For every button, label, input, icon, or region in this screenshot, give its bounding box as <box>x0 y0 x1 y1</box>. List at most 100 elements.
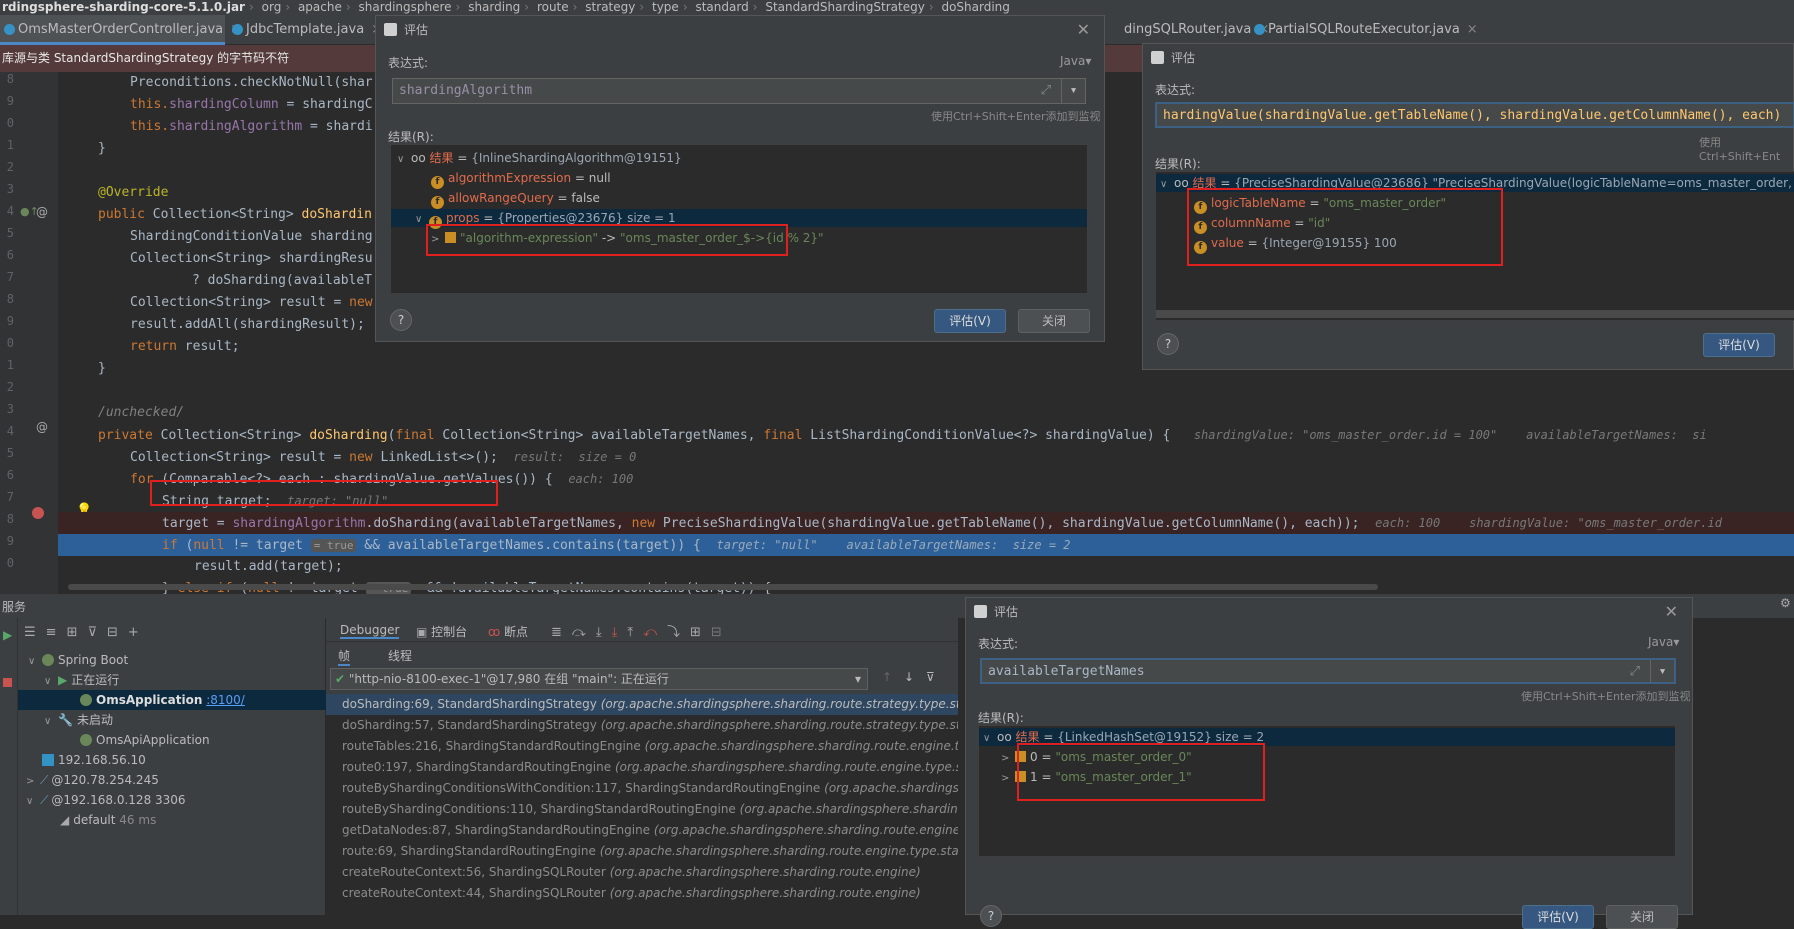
tab-jdbc-template[interactable]: JdbcTemplate.java× <box>228 15 382 45</box>
arrow-down-icon[interactable]: ↓ <box>904 670 914 684</box>
tab-sharding-sql-router[interactable]: dingSQLRouter.java× <box>1118 15 1269 45</box>
breakpoint-icon[interactable] <box>32 507 44 519</box>
tree-not-started[interactable]: ∨ 🔧 未启动 <box>44 710 113 730</box>
tree-node[interactable]: f algorithmExpression = null <box>391 169 1087 189</box>
filter-icon[interactable]: ⊽ <box>87 625 107 640</box>
chevron-down-icon[interactable]: ∨ <box>1160 176 1174 194</box>
tree-default-session[interactable]: ◢ default 46 ms <box>60 810 156 830</box>
frame-item[interactable]: routeByShardingConditionsWithCondition:1… <box>326 778 958 799</box>
force-step-into-icon[interactable]: ⤓ <box>612 625 618 640</box>
step-out-icon[interactable]: ⤒ <box>627 625 633 640</box>
expression-input[interactable]: shardingAlgorithm ⤢ ▾ <box>392 78 1086 104</box>
layout-icon[interactable]: ⊟ <box>107 625 128 640</box>
tab-debugger[interactable]: Debugger <box>340 623 400 639</box>
help-icon[interactable]: ? <box>390 309 412 331</box>
expand-icon[interactable]: ⤢ <box>1041 79 1051 103</box>
stop-icon[interactable] <box>3 678 12 687</box>
evaluate-button[interactable]: 评估(V) <box>934 309 1006 333</box>
tree-docker-host[interactable]: 192.168.56.10 <box>42 750 146 770</box>
frame-item[interactable]: routeByShardingConditions:110, ShardingS… <box>326 799 958 820</box>
dialog-title-bar[interactable]: 评估 ✕ <box>966 598 1692 626</box>
frame-item[interactable]: createRouteContext:56, ShardingSQLRouter… <box>326 862 958 883</box>
close-button[interactable]: 关闭 <box>1018 309 1090 333</box>
chevron-right-icon[interactable]: > <box>1001 750 1015 768</box>
dialog-title-bar[interactable]: 评估 <box>1143 44 1793 72</box>
evaluate-button[interactable]: 评估(V) <box>1522 905 1594 929</box>
expression-input[interactable]: hardingValue(shardingValue.getTableName(… <box>1155 102 1794 128</box>
result-tree[interactable]: ∨ oo 结果 = {InlineShardingAlgorithm@19151}… <box>390 144 1088 294</box>
add-icon[interactable]: + <box>128 625 149 640</box>
breadcrumb-item[interactable]: rdingsphere-sharding-core-5.1.0.jar <box>2 0 245 15</box>
arrow-up-icon[interactable]: ↑ <box>882 670 892 684</box>
run-to-cursor-icon[interactable]: ⤵ <box>667 621 680 640</box>
run-icon[interactable]: ▶ <box>3 628 12 642</box>
frame-item[interactable]: createRouteContext:44, ShardingSQLRouter… <box>326 883 958 904</box>
settings-icon[interactable]: ⊟ <box>711 625 722 640</box>
tree-spring-boot[interactable]: ∨ Spring Boot <box>28 650 128 670</box>
step-over-icon[interactable]: ⤼ <box>572 625 586 640</box>
breadcrumb-item[interactable]: doSharding <box>941 0 1009 15</box>
settings-icon[interactable]: ⚙ <box>1780 596 1791 610</box>
frame-item[interactable]: route:69, ShardingStandardRoutingEngine … <box>326 841 958 862</box>
horizontal-scrollbar[interactable] <box>1156 310 1794 318</box>
chevron-down-icon[interactable]: ∨ <box>28 652 42 672</box>
collapse-all-icon[interactable]: ≡ <box>46 625 67 640</box>
tree-oms-api-application[interactable]: OmsApiApplication <box>80 730 210 750</box>
close-icon[interactable]: ✕ <box>1077 16 1090 44</box>
breadcrumb-item[interactable]: shardingsphere <box>359 0 452 15</box>
chevron-down-icon[interactable]: ∨ <box>26 792 40 812</box>
frame-item[interactable]: doSharding:57, StandardShardingStrategy … <box>326 715 958 736</box>
frame-item[interactable]: getDataNodes:87, ShardingStandardRouting… <box>326 820 958 841</box>
breadcrumb-item[interactable]: type <box>652 0 679 15</box>
evaluate-button[interactable]: 评估(V) <box>1703 333 1775 357</box>
close-button[interactable]: 关闭 <box>1606 905 1678 929</box>
tree-db-local[interactable]: ∨ ⟋ @192.168.0.128 3306 <box>26 790 186 810</box>
tree-node-root[interactable]: ∨ oo 结果 = {InlineShardingAlgorithm@19151} <box>391 149 1087 167</box>
group-icon[interactable]: ⊞ <box>67 625 88 640</box>
chevron-down-icon[interactable]: ∨ <box>44 672 58 692</box>
frame-item[interactable]: route0:197, ShardingStandardRoutingEngin… <box>326 757 958 778</box>
table-icon[interactable]: ⊞ <box>690 625 701 640</box>
frames-list[interactable]: doSharding:69, StandardShardingStrategy … <box>326 694 958 915</box>
tree-db-remote[interactable]: > ⟋ @120.78.254.245 <box>26 770 159 790</box>
filter-icon[interactable]: ⊽ <box>926 670 935 684</box>
chevron-down-icon[interactable]: ▾ <box>1061 79 1085 103</box>
tab-partial-sql-route-executor[interactable]: PartialSQLRouteExecutor.java × <box>1250 15 1478 45</box>
chevron-down-icon[interactable]: ∨ <box>397 151 411 169</box>
close-icon[interactable]: ✕ <box>1665 598 1678 626</box>
help-icon[interactable]: ? <box>1157 333 1179 355</box>
tree-running[interactable]: ∨ ▶ 正在运行 <box>44 670 119 690</box>
tree-oms-application[interactable]: OmsApplication :8100/ <box>18 690 326 710</box>
step-into-icon[interactable]: ⤓ <box>596 625 602 640</box>
close-icon[interactable]: × <box>1467 22 1478 37</box>
chevron-down-icon[interactable]: ∨ <box>44 712 58 732</box>
expand-icon[interactable]: ⤢ <box>1630 660 1640 682</box>
tab-console[interactable]: ▣ 控制台 <box>416 623 467 640</box>
chevron-right-icon[interactable]: > <box>26 772 40 792</box>
dialog-title-bar[interactable]: 评估 ✕ <box>376 16 1104 44</box>
breadcrumb-item[interactable]: standard <box>695 0 748 15</box>
breadcrumb-item[interactable]: sharding <box>468 0 520 15</box>
horizontal-scrollbar[interactable] <box>68 584 1378 590</box>
tab-breakpoints[interactable]: ꝏ 断点 <box>488 623 528 640</box>
expression-input[interactable]: availableTargetNames ⤢ ▾ <box>980 658 1676 684</box>
expand-all-icon[interactable]: ☰ <box>24 625 46 640</box>
thread-selector[interactable]: ✔ "http-nio-8100-exec-1"@17,980 在组 "main… <box>330 668 868 690</box>
tab-threads[interactable]: 线程 <box>388 647 412 664</box>
tab-frames[interactable]: 帧 <box>338 647 351 666</box>
language-selector[interactable]: Java▾ <box>1060 54 1091 68</box>
tab-oms-master-order-controller[interactable]: OmsMasterOrderController.java× <box>0 15 241 45</box>
chevron-right-icon[interactable]: > <box>1001 770 1015 788</box>
frame-item[interactable]: routeTables:216, ShardingStandardRouting… <box>326 736 958 757</box>
tree-node[interactable]: f allowRangeQuery = false <box>391 189 1087 209</box>
help-icon[interactable]: ? <box>980 905 1002 927</box>
port-link[interactable]: :8100/ <box>206 693 245 707</box>
chevron-down-icon[interactable]: ▾ <box>1650 660 1674 682</box>
breadcrumb-item[interactable]: route <box>537 0 569 15</box>
breadcrumb-item[interactable]: strategy <box>585 0 635 15</box>
chevron-down-icon[interactable]: ∨ <box>983 730 997 748</box>
frame-item[interactable]: doSharding:69, StandardShardingStrategy … <box>326 694 958 715</box>
chevron-down-icon[interactable]: ▾ <box>855 669 861 689</box>
breadcrumb-item[interactable]: StandardShardingStrategy <box>765 0 924 15</box>
drop-frame-icon[interactable]: ⤺ <box>643 625 657 640</box>
